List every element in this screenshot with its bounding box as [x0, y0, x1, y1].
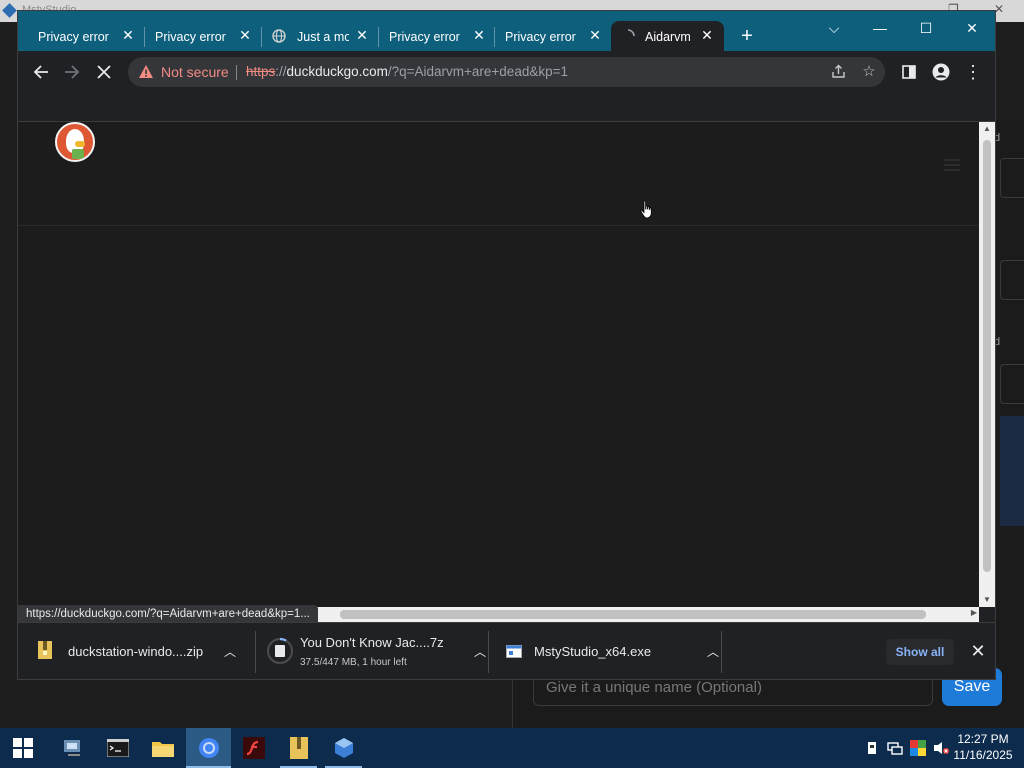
download-status: 37.5/447 MB, 1 hour left	[300, 657, 407, 668]
minimize-icon[interactable]: —	[860, 16, 900, 40]
tab-active[interactable]: Aidarvm a ✕	[611, 21, 724, 51]
start-button[interactable]	[0, 728, 45, 768]
url-text[interactable]: https://duckduckgo.com/?q=Aidarvm+are+de…	[246, 64, 568, 79]
address-bar[interactable]: Not secure https://duckduckgo.com/?q=Aid…	[128, 57, 885, 87]
chrome-taskbar-icon[interactable]	[186, 728, 231, 768]
scroll-right-icon[interactable]: ▶	[971, 608, 977, 617]
download-progress-icon	[266, 637, 294, 665]
url-host: duckduckgo.com	[286, 64, 388, 79]
chevron-up-icon[interactable]: ︿	[224, 643, 236, 660]
side-field[interactable]	[1000, 260, 1024, 300]
scroll-up-icon[interactable]: ▲	[979, 122, 995, 136]
omnibox-divider	[236, 65, 237, 80]
close-tab-icon[interactable]: ✕	[237, 27, 253, 43]
scroll-down-icon[interactable]: ▼	[979, 593, 995, 607]
side-field[interactable]	[1000, 364, 1024, 404]
not-secure-label[interactable]: Not secure	[161, 64, 229, 80]
loading-spinner-icon	[627, 29, 635, 37]
zip-file-icon	[38, 641, 52, 659]
hand-cursor-icon	[640, 200, 652, 219]
file-explorer-taskbar-icon[interactable]	[140, 728, 185, 768]
close-tab-icon[interactable]: ✕	[587, 27, 603, 43]
close-shelf-icon[interactable]: ✕	[968, 639, 988, 663]
download-separator	[721, 631, 722, 673]
browser-window: Privacy error ✕ Privacy error ✕ Just a m…	[17, 10, 996, 680]
url-query: /?q=Aidarvm+are+dead&kp=1	[387, 64, 568, 79]
hamburger-menu-icon[interactable]	[944, 159, 960, 171]
tab[interactable]: Privacy error ✕	[145, 21, 262, 51]
msty-logo-icon	[2, 3, 17, 18]
back-icon[interactable]	[28, 59, 54, 85]
side-field[interactable]	[1000, 158, 1024, 198]
chevron-up-icon[interactable]: ︿	[474, 643, 486, 660]
chevron-up-icon[interactable]: ︿	[707, 643, 719, 660]
archive-taskbar-icon[interactable]	[276, 728, 321, 768]
maximize-icon[interactable]: ☐	[906, 16, 946, 40]
msty-taskbar-icon[interactable]	[321, 728, 366, 768]
close-window-icon[interactable]: ✕	[952, 16, 992, 40]
download-item[interactable]: duckstation-windo....zip ︿	[18, 623, 254, 680]
close-tab-icon[interactable]: ✕	[120, 27, 136, 43]
volume-muted-icon[interactable]	[933, 740, 949, 756]
close-tab-icon[interactable]: ✕	[471, 27, 487, 43]
close-tab-icon[interactable]: ✕	[699, 27, 715, 43]
tab[interactable]: Privacy error ✕	[18, 21, 138, 51]
tab[interactable]: Privacy error ✕	[495, 21, 612, 51]
background-side-panel: d d	[994, 120, 1024, 680]
bookmark-bar	[18, 93, 995, 122]
download-shelf: duckstation-windo....zip ︿ You Don't Kno…	[18, 622, 995, 679]
menu-kebab-icon[interactable]: ⋮	[960, 59, 986, 85]
network-tray-icon[interactable]	[887, 740, 903, 756]
download-filename: duckstation-windo....zip	[68, 644, 204, 659]
warning-icon	[139, 65, 153, 78]
tab[interactable]: Just a mo ✕	[262, 21, 379, 51]
globe-icon	[272, 29, 286, 43]
usb-device-tray-icon[interactable]	[864, 740, 880, 756]
show-all-button[interactable]: Show all	[886, 639, 954, 665]
vertical-scroll-thumb[interactable]	[983, 140, 991, 572]
windows-logo-icon	[12, 738, 33, 758]
taskbar-clock[interactable]: 12:27 PM 11/16/2025	[952, 731, 1014, 763]
close-tab-icon[interactable]: ✕	[354, 27, 370, 43]
tab-title: Just a mo	[297, 30, 349, 44]
share-icon[interactable]	[828, 62, 848, 82]
tab-title: Privacy error	[389, 30, 460, 44]
vertical-scrollbar[interactable]: ▲ ▼	[979, 122, 995, 607]
terminal-taskbar-icon[interactable]	[95, 728, 140, 768]
flash-taskbar-icon[interactable]	[231, 728, 276, 768]
duckduckgo-logo-icon[interactable]	[55, 122, 95, 162]
server-manager-taskbar-icon[interactable]	[50, 728, 95, 768]
browser-toolbar: Not secure https://duckduckgo.com/?q=Aid…	[18, 51, 995, 93]
tab-strip: Privacy error ✕ Privacy error ✕ Just a m…	[18, 11, 995, 51]
exe-file-icon	[506, 645, 522, 658]
tab-title: Aidarvm a	[645, 30, 695, 44]
tab-title: Privacy error	[505, 30, 576, 44]
download-filename: MstyStudio_x64.exe	[534, 644, 652, 659]
side-panel-icon[interactable]	[896, 59, 922, 85]
tab-search-icon[interactable]: ⌵	[814, 16, 854, 40]
page-content	[18, 122, 979, 607]
profile-avatar-icon[interactable]	[928, 59, 954, 85]
tab[interactable]: Privacy error ✕	[379, 21, 496, 51]
download-item[interactable]: You Don't Know Jac....7z 37.5/447 MB, 1 …	[256, 623, 488, 680]
bookmark-star-icon[interactable]: ☆	[859, 62, 879, 82]
stop-loading-icon[interactable]	[91, 59, 117, 85]
tab-title: Privacy error	[38, 30, 109, 44]
download-filename: You Don't Know Jac....7z	[300, 635, 444, 650]
horizontal-scroll-thumb[interactable]	[340, 610, 926, 619]
forward-icon[interactable]	[59, 59, 85, 85]
tab-title: Privacy error	[155, 30, 226, 44]
clock-date: 11/16/2025	[953, 748, 1013, 762]
url-scheme: https	[246, 64, 276, 79]
url-separator: ://	[275, 64, 287, 79]
color-app-tray-icon[interactable]	[910, 740, 926, 756]
download-item[interactable]: MstyStudio_x64.exe ︿	[489, 623, 721, 680]
clock-time: 12:27 PM	[957, 732, 1009, 746]
side-highlight	[1000, 416, 1024, 526]
new-tab-button[interactable]: +	[736, 25, 758, 47]
ddg-header	[18, 122, 979, 226]
